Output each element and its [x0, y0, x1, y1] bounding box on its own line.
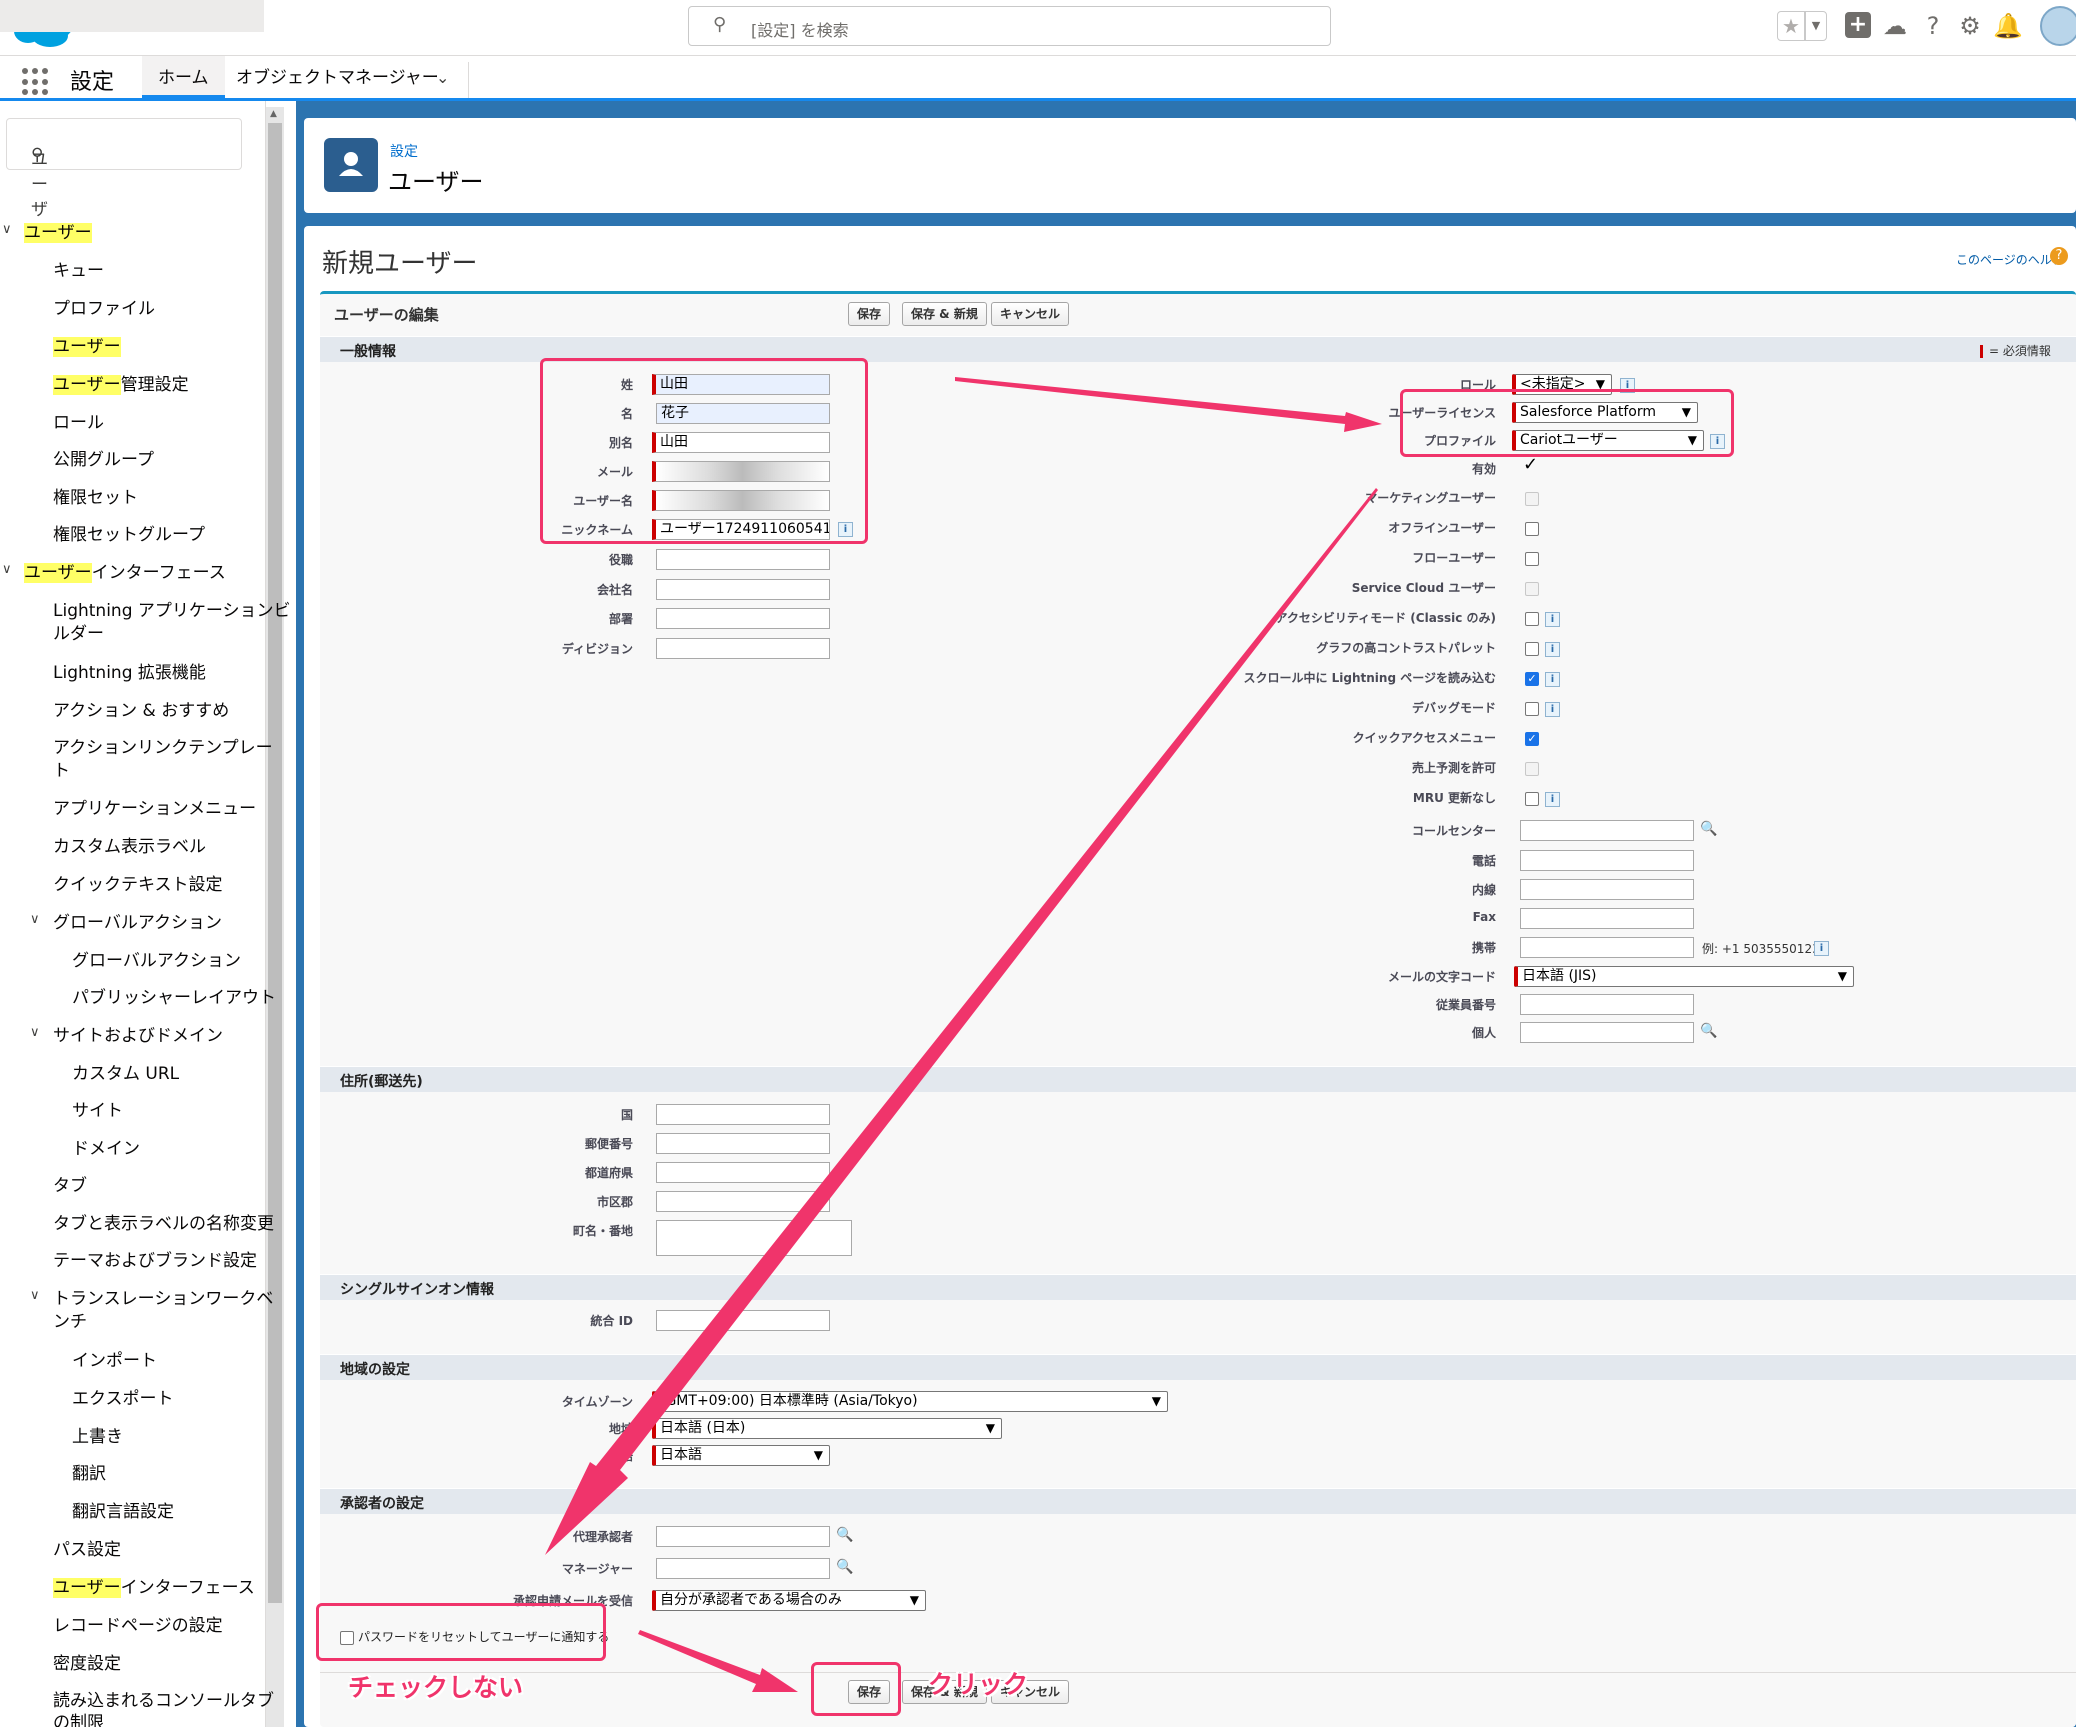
arrow-to-license [955, 377, 1382, 432]
annotation-arrows [545, 377, 1382, 1692]
arrow-to-save [638, 1630, 798, 1692]
arrow-to-reset [545, 488, 1378, 1555]
annotation-no-check: チェックしない [348, 1673, 524, 1702]
annotation-click: クリック [928, 1670, 1029, 1699]
